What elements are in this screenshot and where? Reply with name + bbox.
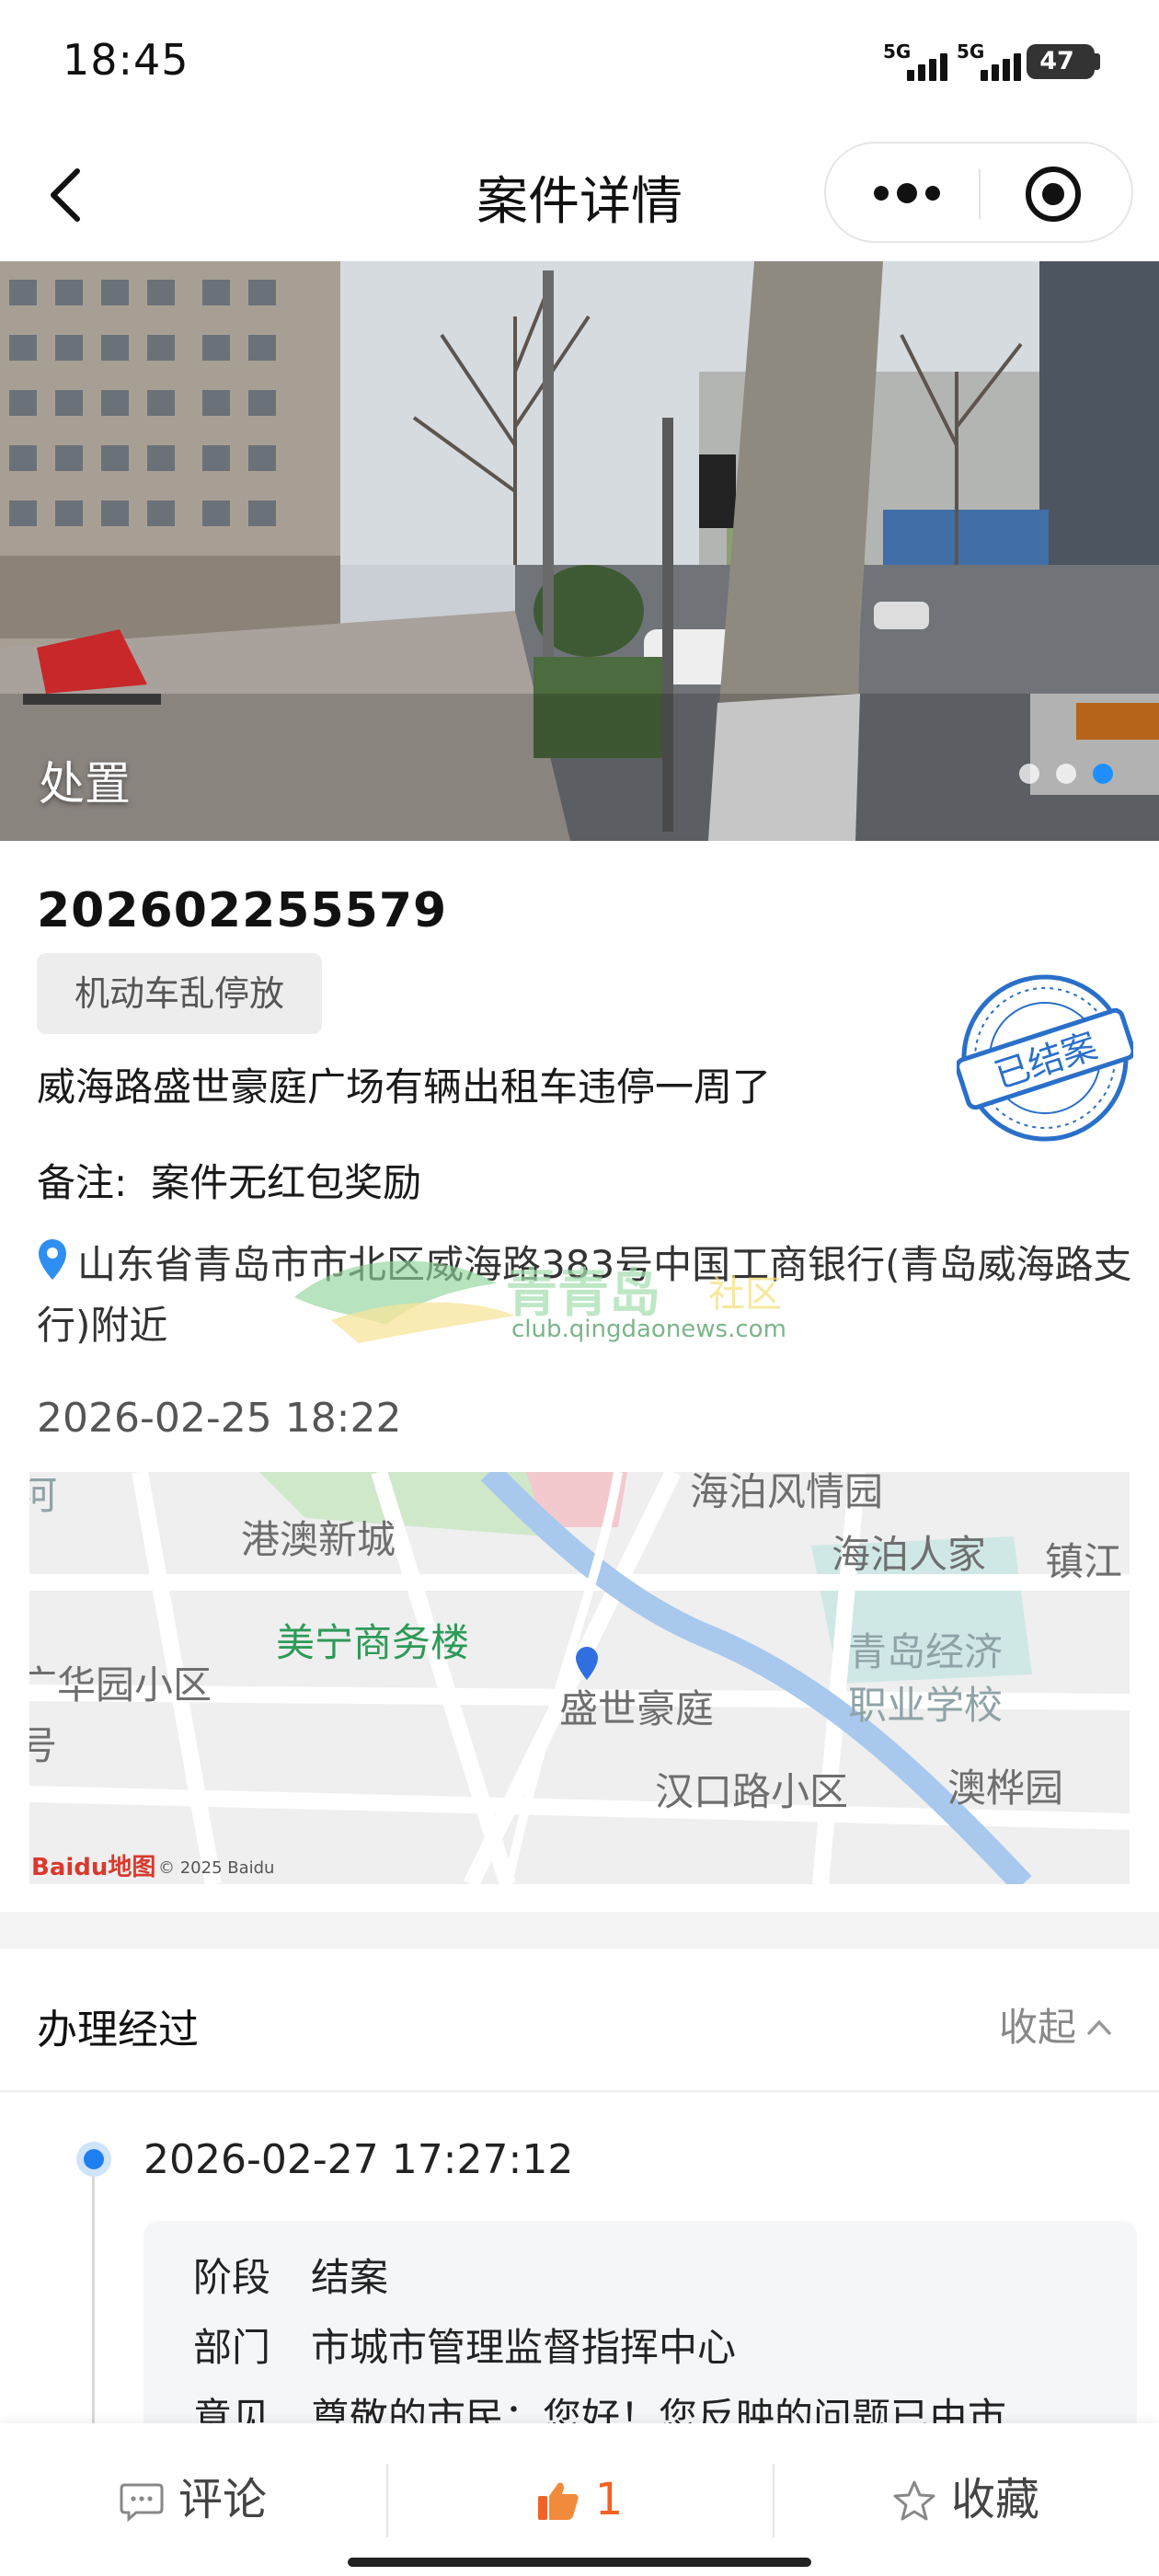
map-label: 海泊风情园 (690, 1472, 884, 1514)
timeline-dot (76, 2142, 111, 2177)
more-dots-icon[interactable] (861, 166, 953, 221)
carousel-dot-active (1093, 764, 1113, 784)
map-label: 港澳新城 (241, 1517, 396, 1562)
step-time: 2026-02-27 17:27:12 (143, 2136, 574, 2183)
collapse-button[interactable]: 收起 (999, 1996, 1113, 2053)
watermark-url: club.qingdaonews.com (511, 1316, 786, 1343)
step-row-value: 结案 (311, 2255, 389, 2300)
map-label: 广华园小区 (29, 1662, 212, 1708)
like-count: 1 (594, 2474, 624, 2525)
miniapp-capsule (824, 142, 1133, 243)
nav-bar: 案件详情 (0, 129, 1159, 261)
map-label: 美宁商务楼 (276, 1620, 470, 1665)
map-copyright: © 2025 Baidu (158, 1858, 275, 1878)
photo-caption: 处置 (39, 757, 131, 811)
step-row-value: 市城市管理监督指挥中心 (311, 2325, 737, 2370)
carousel-indicator (1019, 764, 1120, 786)
case-photo-carousel[interactable]: 处置 (0, 261, 1159, 841)
carousel-dot (1019, 764, 1039, 784)
step-row-key: 阶段 (193, 2255, 271, 2300)
battery-level: 47 (1039, 47, 1074, 75)
category-tag: 机动车乱停放 (37, 953, 322, 1034)
capsule-divider (979, 169, 981, 219)
process-title: 办理经过 (37, 2007, 199, 2053)
battery-icon: 47 (1027, 44, 1095, 79)
status-bar: 18:45 5G 5G 47 (0, 0, 1159, 129)
case-timestamp: 2026-02-25 18:22 (37, 1395, 402, 1442)
svg-text:社区: 社区 (708, 1273, 782, 1316)
map-label: 汉口路小区 (655, 1769, 849, 1814)
map-label: 河 (29, 1473, 58, 1518)
map-label: 青岛经济 (848, 1629, 1004, 1674)
location-map[interactable]: Baidu地图 河 港澳新城 海泊风情园 海泊人家 镇江 美宁商务楼 广华园小区… (29, 1472, 1130, 1884)
location-pin-icon (39, 1239, 66, 1280)
step-row-stage: 阶段 结案 (193, 2247, 388, 2303)
case-description: 威海路盛世豪庭广场有辆出租车违停一周了 (37, 1064, 772, 1110)
map-label: 澳桦园 (947, 1765, 1064, 1811)
comment-icon (120, 2483, 164, 2522)
collapse-label: 收起 (999, 2005, 1077, 2050)
bottom-action-bar: 评论 1 收藏 (0, 2423, 1159, 2576)
favorite-label: 收藏 (950, 2474, 1039, 2525)
map-label: 盛世豪庭 (559, 1686, 715, 1731)
remark-value: 案件无红包奖励 (151, 1160, 422, 1205)
carousel-dot (1056, 764, 1076, 784)
comment-label: 评论 (178, 2474, 267, 2525)
home-indicator (348, 2558, 811, 2567)
target-icon[interactable] (1023, 164, 1084, 224)
signal-icon: 5G (883, 40, 951, 81)
map-label: 号 (29, 1723, 58, 1768)
section-divider (0, 1912, 1159, 1949)
closed-case-stamp: 已结案 (957, 974, 1133, 1142)
signal-icon-2: 5G (957, 40, 1025, 81)
comment-button[interactable]: 评论 (0, 2423, 386, 2576)
like-button[interactable]: 1 (386, 2423, 773, 2576)
thumbs-up-icon (537, 2482, 579, 2520)
remark-label: 备注: (37, 1160, 128, 1205)
process-header: 办理经过 收起 (0, 1949, 1159, 2092)
case-id: 202602255579 (37, 883, 448, 938)
star-icon (893, 2480, 935, 2521)
back-arrow-icon (51, 168, 80, 222)
map-label: 镇江 (1045, 1539, 1123, 1584)
baidu-map-logo: Baidu地图 (31, 1854, 155, 1881)
back-button[interactable] (35, 158, 99, 232)
timeline-line (92, 2162, 95, 2429)
map-label: 职业学校 (848, 1683, 1004, 1728)
street-photo (0, 261, 1159, 841)
status-time: 18:45 (63, 35, 189, 85)
favorite-button[interactable]: 收藏 (773, 2423, 1159, 2576)
case-remark: 备注: 案件无红包奖励 (37, 1152, 421, 1208)
chevron-up-icon (1087, 2020, 1111, 2035)
page-title: 案件详情 (476, 172, 683, 232)
svg-text:Baidu地图: Baidu地图 (31, 1854, 155, 1881)
battery-tip (1095, 53, 1100, 70)
step-row-key: 部门 (193, 2325, 271, 2370)
map-label: 海泊人家 (832, 1532, 987, 1577)
step-row-department: 部门 市城市管理监督指挥中心 (193, 2317, 736, 2373)
